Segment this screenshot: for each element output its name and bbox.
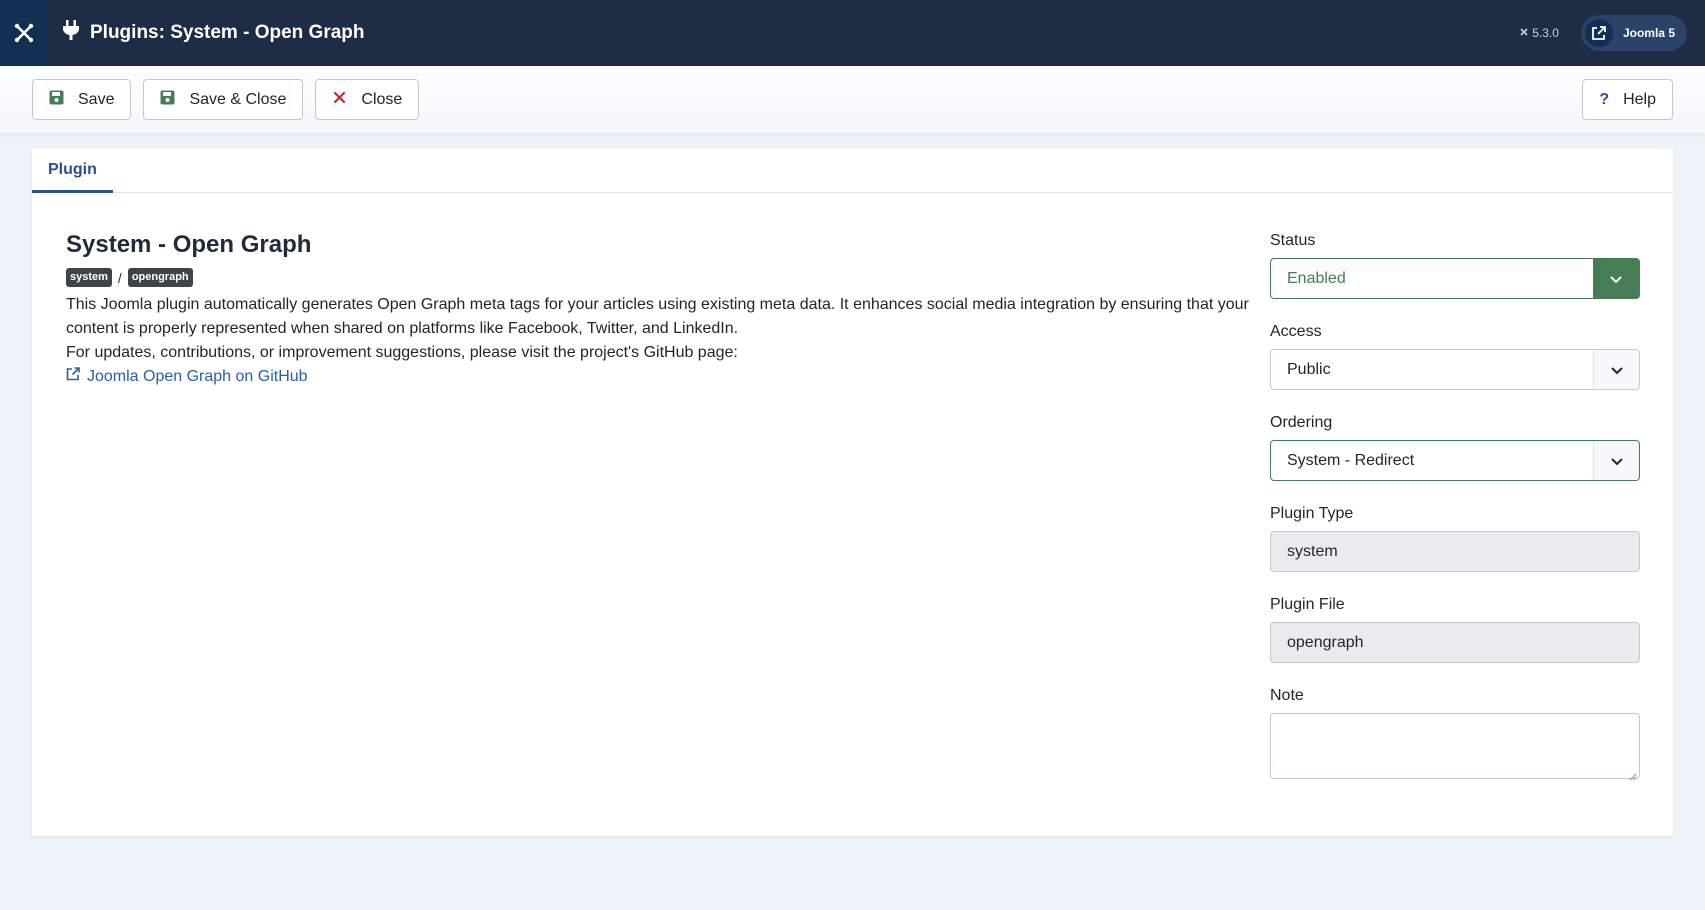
plugin-description: This Joomla plugin automatically generat… (66, 296, 1249, 337)
plugin-title: System - Open Graph (66, 231, 312, 258)
page-title-text: Plugins: System - Open Graph (90, 22, 365, 43)
joomla-small-icon (1518, 26, 1532, 41)
toolbar: Save Save & Close Close ? Help (0, 66, 1705, 133)
access-value: Public (1287, 360, 1331, 378)
save-close-button[interactable]: Save & Close (143, 79, 304, 120)
plugin-type-field: system (1270, 531, 1640, 572)
top-header: Plugins: System - Open Graph 5.3.0 Jooml… (0, 0, 1705, 66)
save-icon (49, 90, 78, 110)
note-label: Note (1270, 687, 1304, 704)
question-icon: ? (1599, 90, 1610, 108)
github-link-label: Joomla Open Graph on GitHub (87, 368, 308, 385)
group-badge: system (66, 268, 112, 287)
status-label: Status (1270, 232, 1316, 249)
access-select[interactable]: Public (1270, 349, 1640, 390)
help-button[interactable]: ? Help (1582, 79, 1673, 120)
version-label: 5.3.0 (1518, 26, 1559, 41)
element-badge: opengraph (127, 268, 193, 287)
plugin-file-label: Plugin File (1270, 596, 1345, 613)
chevron-down-icon (1593, 350, 1639, 389)
github-link[interactable]: Joomla Open Graph on GitHub (66, 365, 1256, 389)
close-button[interactable]: Close (315, 79, 420, 120)
ordering-value: System - Redirect (1287, 451, 1415, 469)
close-label: Close (361, 90, 403, 108)
plugin-type-value: system (1287, 542, 1338, 560)
save-close-label: Save & Close (189, 90, 287, 108)
note-textarea[interactable] (1270, 713, 1640, 781)
status-value: Enabled (1287, 269, 1346, 287)
plugin-updates-note: For updates, contributions, or improveme… (66, 344, 738, 361)
chevron-down-icon (1593, 258, 1639, 299)
ordering-select[interactable]: System - Redirect (1270, 440, 1640, 481)
tab-bar: Plugin (32, 149, 1673, 193)
save-button[interactable]: Save (32, 79, 132, 120)
ordering-label: Ordering (1270, 414, 1333, 431)
save-icon (160, 90, 189, 110)
plugin-file-value: opengraph (1287, 633, 1364, 651)
badge-separator: / (117, 269, 122, 286)
badges: system / opengraph (66, 268, 1256, 287)
external-link-icon (1584, 19, 1613, 47)
plug-icon (62, 20, 90, 46)
close-icon (332, 90, 361, 110)
status-select[interactable]: Enabled (1270, 258, 1640, 299)
plugin-info: System - Open Graph system / opengraph T… (66, 231, 1256, 389)
external-link-icon (66, 365, 87, 389)
view-site-label: Joomla 5 (1622, 26, 1675, 40)
resize-handle-icon[interactable] (1629, 768, 1637, 781)
joomla-logo-icon[interactable] (0, 0, 48, 66)
version-text: 5.3.0 (1532, 26, 1559, 40)
plugin-card: Plugin System - Open Graph system / open… (32, 149, 1673, 836)
plugin-file-field: opengraph (1270, 622, 1640, 663)
plugin-type-label: Plugin Type (1270, 505, 1354, 522)
page-title: Plugins: System - Open Graph (62, 20, 365, 46)
plugin-settings: Status Enabled Access Public Ordering Sy… (1270, 232, 1640, 781)
access-label: Access (1270, 323, 1322, 340)
view-site-button[interactable]: Joomla 5 (1580, 15, 1687, 51)
chevron-down-icon (1593, 441, 1639, 480)
save-label: Save (78, 90, 115, 108)
help-label: Help (1623, 90, 1656, 108)
tab-plugin[interactable]: Plugin (32, 149, 113, 193)
